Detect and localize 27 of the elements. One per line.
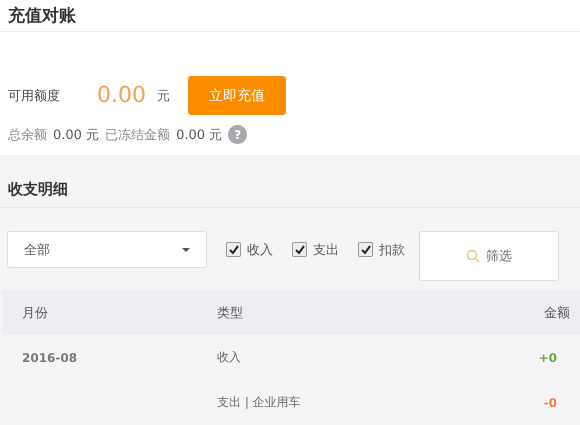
section-title: 收支明细 (8, 180, 68, 198)
search-icon (466, 249, 480, 263)
summary-value: 0.00 元 (53, 126, 100, 144)
table-cell: 2016-08 (22, 350, 78, 364)
currency-unit: 元 (157, 88, 171, 104)
table-cell: 支出 | 企业用车 (217, 395, 301, 409)
checkbox[interactable] (358, 242, 373, 257)
column-header: 金额 (543, 304, 571, 322)
summary-label: 总余额 (8, 126, 47, 144)
checkbox-label: 支出 (313, 242, 339, 258)
table-cell: 收入 (217, 350, 241, 364)
caret-icon (182, 248, 190, 252)
type-dropdown[interactable]: 全部 (7, 231, 207, 268)
checkbox[interactable] (226, 242, 241, 257)
column-header: 类型 (217, 304, 244, 322)
summary-label: 已冻结金额 (105, 126, 170, 144)
page-title: 充值对账 (8, 5, 76, 27)
balance-amount: 0.00 (97, 83, 147, 108)
checkbox[interactable] (292, 242, 307, 257)
checkbox-label: 扣款 (379, 242, 405, 258)
column-header: 月份 (22, 304, 49, 322)
summary-value: 0.00 元 (176, 126, 222, 144)
amount-cell: -0 (544, 396, 557, 410)
filter-button[interactable]: 筛选 (419, 231, 559, 281)
amount-cell: +0 (538, 350, 557, 364)
balance-label: 可用额度 (8, 88, 61, 104)
checkbox-label: 收入 (247, 242, 273, 258)
